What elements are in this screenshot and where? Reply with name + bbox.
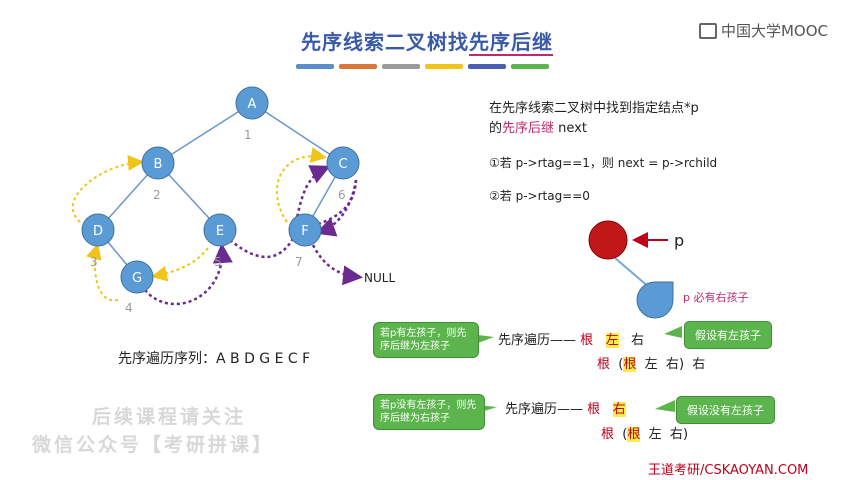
preorder-sequence: 先序遍历序列：A B D G E C F (118, 351, 311, 367)
description-line2: 的先序后继 next (489, 117, 587, 136)
order-number-b: 2 (153, 188, 161, 202)
case-left-order: 先序遍历—— 根 左 右 (498, 329, 644, 348)
p-label: p (674, 231, 684, 250)
case-left-expand-close: ) (678, 357, 685, 372)
rule-1: ①若 p->rtag==1，则 next = p->rchild (489, 156, 718, 170)
thread-yellow-e-g (151, 247, 209, 282)
thread-yellow-g-d (86, 243, 119, 302)
node-label-f: F (301, 224, 308, 239)
case-right-right: 右 (612, 402, 626, 417)
case-right-order: 先序遍历—— 根 右 (505, 398, 626, 417)
description-line2-emph: 先序后继 (502, 121, 555, 136)
tree-node-d: D (81, 213, 115, 247)
thread-yellow-f-c (276, 147, 327, 223)
case-right-order-prefix: 先序遍历—— (505, 402, 584, 417)
case-left-expand-inner-root: 根 (623, 357, 637, 372)
order-number-e: 5 (214, 255, 222, 269)
tree-edges (97, 102, 344, 278)
order-number-f: 7 (295, 255, 303, 269)
tree-node-a: A (235, 86, 269, 120)
p-edge (614, 257, 651, 289)
tree-node-f: F (288, 213, 322, 247)
node-label-b: B (154, 157, 163, 172)
footer-brand: 王道考研/CSKAOYAN.COM (648, 463, 809, 478)
node-label-c: C (338, 157, 347, 172)
null-label: NULL (364, 271, 395, 285)
bubble-tail-left (478, 335, 494, 343)
case-right-expansion: 根 (根 左 右) (601, 423, 688, 442)
note-assume-no-left-child: 假设没有左孩子 (676, 396, 775, 424)
case-right-expand-close: ) (682, 427, 689, 442)
case-left-root: 根 (580, 333, 594, 348)
case-left-expand-tail: 右 (692, 357, 706, 372)
watermark-line1: 后续课程请关注 (92, 406, 247, 428)
description-line2-prefix: 的 (489, 121, 503, 136)
assume-tail-right (655, 400, 675, 412)
case-left-expand-left: 左 (644, 357, 658, 372)
node-label-g: G (132, 271, 142, 286)
order-number-d: 3 (90, 255, 98, 269)
thread-purple-f-null (311, 244, 363, 286)
thread-purple-e-c (229, 239, 294, 259)
bubble-no-left-child: 若p没有左孩子，则先序后继为右孩子 (373, 394, 485, 430)
order-number-a: 1 (244, 128, 252, 142)
case-left-expansion: 根 (根 左 右) 右 (597, 353, 705, 372)
case-right-expand-root: 根 (601, 427, 615, 442)
node-label-a: A (248, 97, 257, 112)
thread-yellow-d-b (71, 154, 144, 223)
case-left-expand-root: 根 (597, 357, 611, 372)
note-assume-left-child: 假设有左孩子 (684, 321, 772, 349)
rule-2: ②若 p->rtag==0 (489, 189, 590, 203)
case-left-left: 左 (605, 333, 619, 348)
assume-tail-left (664, 326, 682, 338)
order-number-g: 4 (125, 301, 133, 315)
tree-node-g: G (120, 260, 154, 294)
right-child-note: p 必有右孩子 (683, 290, 748, 304)
node-label-e: E (216, 224, 224, 239)
case-right-root: 根 (587, 402, 601, 417)
bubble-has-left-child: 若p有左孩子，则先序后继为左孩子 (373, 322, 479, 358)
case-left-right: 右 (631, 333, 645, 348)
thread-purple-g-e (144, 243, 233, 306)
right-child-node (636, 281, 674, 319)
tree-node-b: B (141, 146, 175, 180)
p-node (588, 220, 628, 260)
tree-node-c: C (326, 146, 360, 180)
description-line2-suffix: next (554, 121, 587, 136)
node-label-d: D (93, 224, 103, 239)
case-right-expand-left: 左 (648, 427, 662, 442)
order-number-c: 6 (338, 188, 346, 202)
case-left-order-prefix: 先序遍历—— (498, 333, 577, 348)
tree-node-e: E (203, 213, 237, 247)
case-right-expand-right: 右 (669, 427, 683, 442)
description-line1: 在先序线索二叉树中找到指定结点*p (489, 101, 699, 116)
watermark-line2: 微信公众号【考研拼课】 (32, 434, 275, 456)
thread-purple-c-f (317, 179, 358, 226)
case-left-expand-right: 右 (665, 357, 679, 372)
case-right-expand-inner-root: 根 (627, 427, 641, 442)
